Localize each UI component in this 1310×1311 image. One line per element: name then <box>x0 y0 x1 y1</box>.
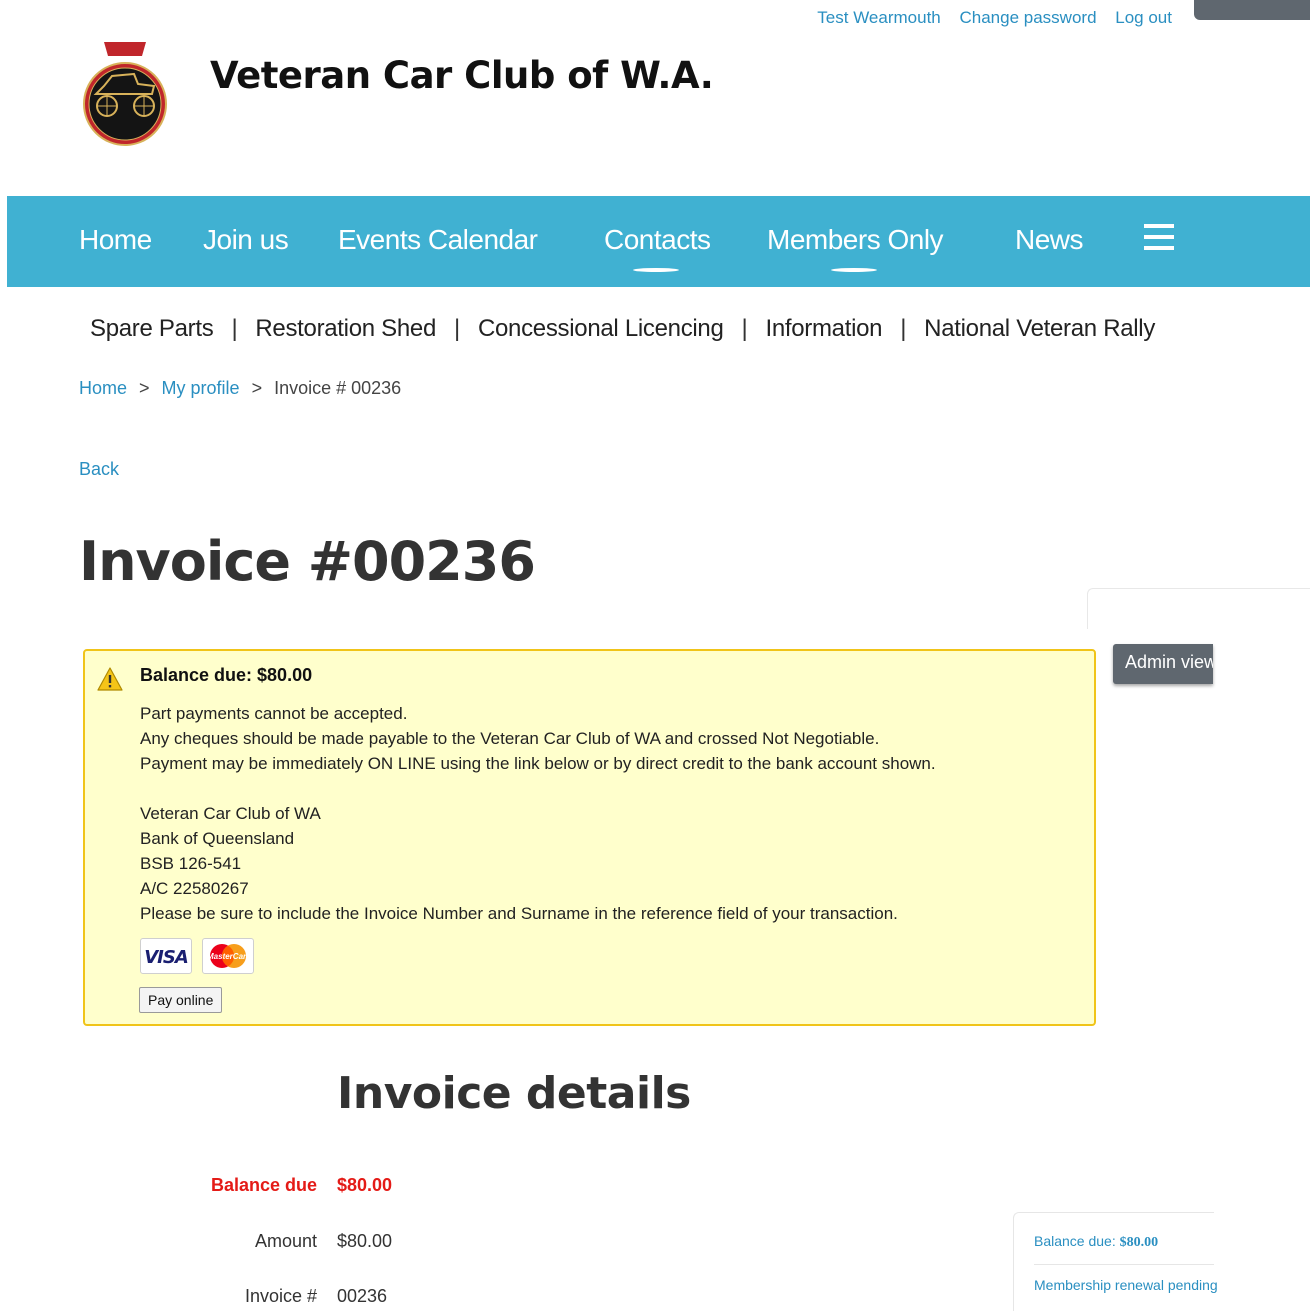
subnav-separator: | <box>900 315 907 342</box>
notice-line: BSB 126-541 <box>140 854 242 873</box>
log-out-link[interactable]: Log out <box>1115 8 1172 27</box>
breadcrumb-home[interactable]: Home <box>79 378 127 398</box>
summary-balance-value: $80.00 <box>1119 1235 1159 1250</box>
nav-contacts[interactable]: Contacts <box>604 224 711 256</box>
sub-navigation: Spare Parts | Restoration Shed | Concessiona… <box>90 315 1155 343</box>
nav-home[interactable]: Home <box>79 224 152 256</box>
subnav-concessional-licencing[interactable]: Concessional Licencing <box>478 315 724 342</box>
invoice-number-label: Invoice # <box>244 1286 317 1306</box>
notice-line: A/C 22580267 <box>140 879 249 898</box>
user-bar: Test Wearmouth Change password Log out <box>803 8 1172 28</box>
notice-line <box>140 776 936 801</box>
nav-contacts-dropdown-indicator <box>633 268 679 272</box>
back-link[interactable]: Back <box>79 459 119 480</box>
subnav-information[interactable]: Information <box>765 315 882 342</box>
balance-due-row: Balance due $80.00 <box>0 1175 600 1199</box>
subnav-separator: | <box>741 315 748 342</box>
notice-heading: Balance due: $80.00 <box>140 665 313 685</box>
notice-line: Part payments cannot be accepted. <box>140 704 408 723</box>
summary-status-link[interactable]: Membership renewal pending <box>1034 1277 1218 1293</box>
invoice-details-title: Invoice details <box>337 1068 691 1119</box>
admin-corner-button[interactable] <box>1194 0 1310 20</box>
nav-news[interactable]: News <box>1015 224 1084 256</box>
breadcrumb-separator: > <box>139 378 150 398</box>
hamburger-menu-icon[interactable] <box>1144 224 1174 254</box>
club-logo[interactable] <box>82 34 168 150</box>
notice-line: Any cheques should be made payable to th… <box>140 729 880 748</box>
nav-members-only[interactable]: Members Only <box>767 224 944 256</box>
notice-line: Please be sure to include the Invoice Nu… <box>140 904 898 923</box>
nav-events-calendar[interactable]: Events Calendar <box>338 224 538 256</box>
notice-line: Payment may be immediately ON LINE using… <box>140 754 936 773</box>
balance-due-notice: Balance due: $80.00 Part payments cannot… <box>83 649 1096 1026</box>
page-title: Invoice #00236 <box>79 530 536 593</box>
change-password-link[interactable]: Change password <box>960 8 1097 27</box>
invoice-summary-widget: Balance due: $80.00 Membership renewal p… <box>1013 1212 1218 1311</box>
subnav-restoration-shed[interactable]: Restoration Shed <box>255 315 436 342</box>
summary-balance: Balance due: $80.00 <box>1034 1233 1158 1251</box>
invoice-number-row: Invoice # 00236 <box>0 1286 600 1310</box>
main-navigation: Home Join us Events Calendar Contacts Me… <box>7 196 1310 287</box>
summary-balance-label: Balance due: <box>1034 1233 1120 1249</box>
side-panel <box>1087 588 1310 629</box>
breadcrumb: Home > My profile > Invoice # 00236 <box>79 378 401 399</box>
balance-due-value: $80.00 <box>337 1175 393 1195</box>
notice-line: Veteran Car Club of WA <box>140 804 321 823</box>
subnav-separator: | <box>231 315 238 342</box>
breadcrumb-my-profile[interactable]: My profile <box>162 378 240 398</box>
nav-join-us[interactable]: Join us <box>203 224 289 256</box>
subnav-national-veteran-rally[interactable]: National Veteran Rally <box>924 315 1155 342</box>
amount-label: Amount <box>254 1231 317 1251</box>
subnav-separator: | <box>454 315 460 342</box>
visa-card-icon: VISA <box>140 938 192 974</box>
amount-row: Amount $80.00 <box>0 1231 600 1255</box>
mastercard-icon: MasterCard <box>202 938 254 974</box>
amount-value: $80.00 <box>337 1231 393 1251</box>
admin-view-button[interactable]: Admin view <box>1113 644 1213 684</box>
notice-body: Part payments cannot be accepted. Any ch… <box>140 701 936 926</box>
club-logo-emblem-icon <box>83 42 167 146</box>
pay-online-button[interactable]: Pay online <box>139 987 223 1013</box>
balance-due-label: Balance due <box>210 1175 317 1195</box>
warning-icon <box>97 667 123 691</box>
nav-members-dropdown-indicator <box>831 268 877 272</box>
user-name-link[interactable]: Test Wearmouth <box>817 8 940 27</box>
notice-line: Bank of Queensland <box>140 829 295 848</box>
breadcrumb-current: Invoice # 00236 <box>274 378 402 398</box>
site-title: Veteran Car Club of W.A. <box>210 54 714 97</box>
subnav-spare-parts[interactable]: Spare Parts <box>90 315 214 342</box>
summary-divider <box>1034 1264 1214 1265</box>
invoice-number-value: 00236 <box>337 1286 388 1306</box>
breadcrumb-separator: > <box>251 378 263 398</box>
